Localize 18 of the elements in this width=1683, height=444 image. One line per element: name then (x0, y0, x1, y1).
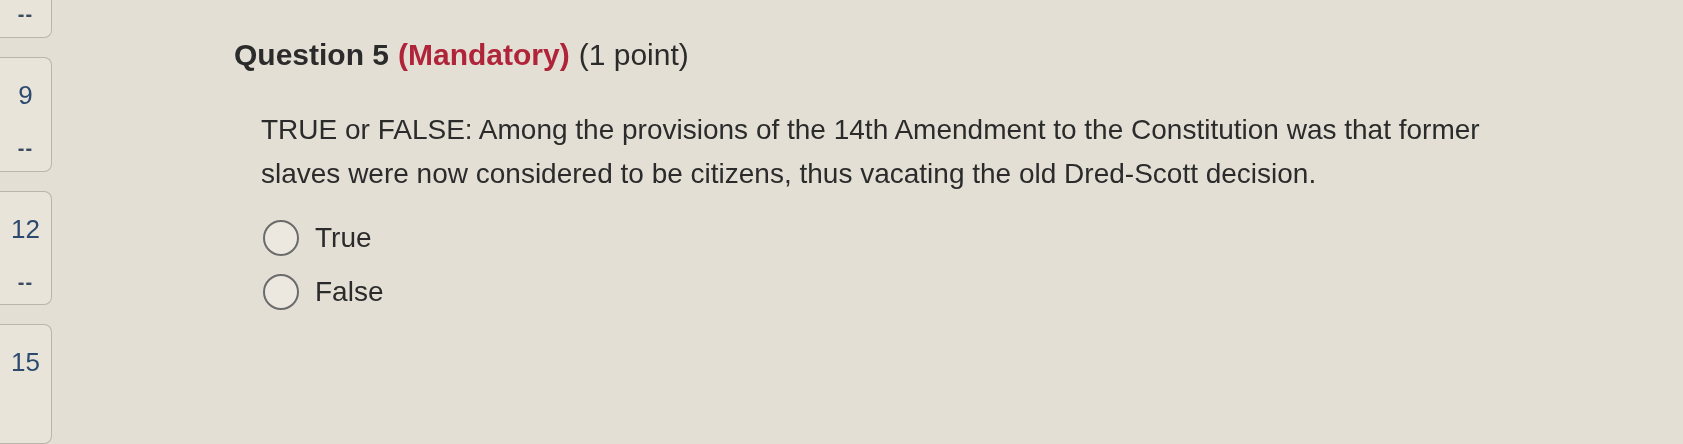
question-nav-card[interactable]: 15 (0, 324, 52, 444)
mandatory-label: (Mandatory) (398, 38, 570, 72)
radio-button[interactable] (263, 274, 299, 310)
answer-option[interactable]: False (263, 274, 1531, 310)
question-nav-card[interactable]: 12 -- (0, 190, 52, 305)
question-number: 15 (11, 347, 40, 378)
question-number: 9 (18, 80, 33, 111)
question-status: -- (17, 137, 34, 160)
radio-button[interactable] (263, 220, 299, 256)
question-status: -- (17, 270, 34, 294)
answer-option[interactable]: True (263, 220, 1531, 256)
question-title: Question 5 (234, 38, 390, 72)
question-status: -- (17, 3, 34, 26)
question-number: 12 (11, 213, 40, 245)
question-nav-card[interactable]: -- (0, 0, 52, 38)
question-nav-card[interactable]: 9 -- (0, 57, 52, 172)
question-text: TRUE or FALSE: Among the provisions of the 14th Amendment to the Constitution was that former slaves were now considered to be citizens, thus vacating the old Dred-Scott decision. (261, 113, 1481, 191)
points-label: (1 point) (578, 38, 689, 72)
